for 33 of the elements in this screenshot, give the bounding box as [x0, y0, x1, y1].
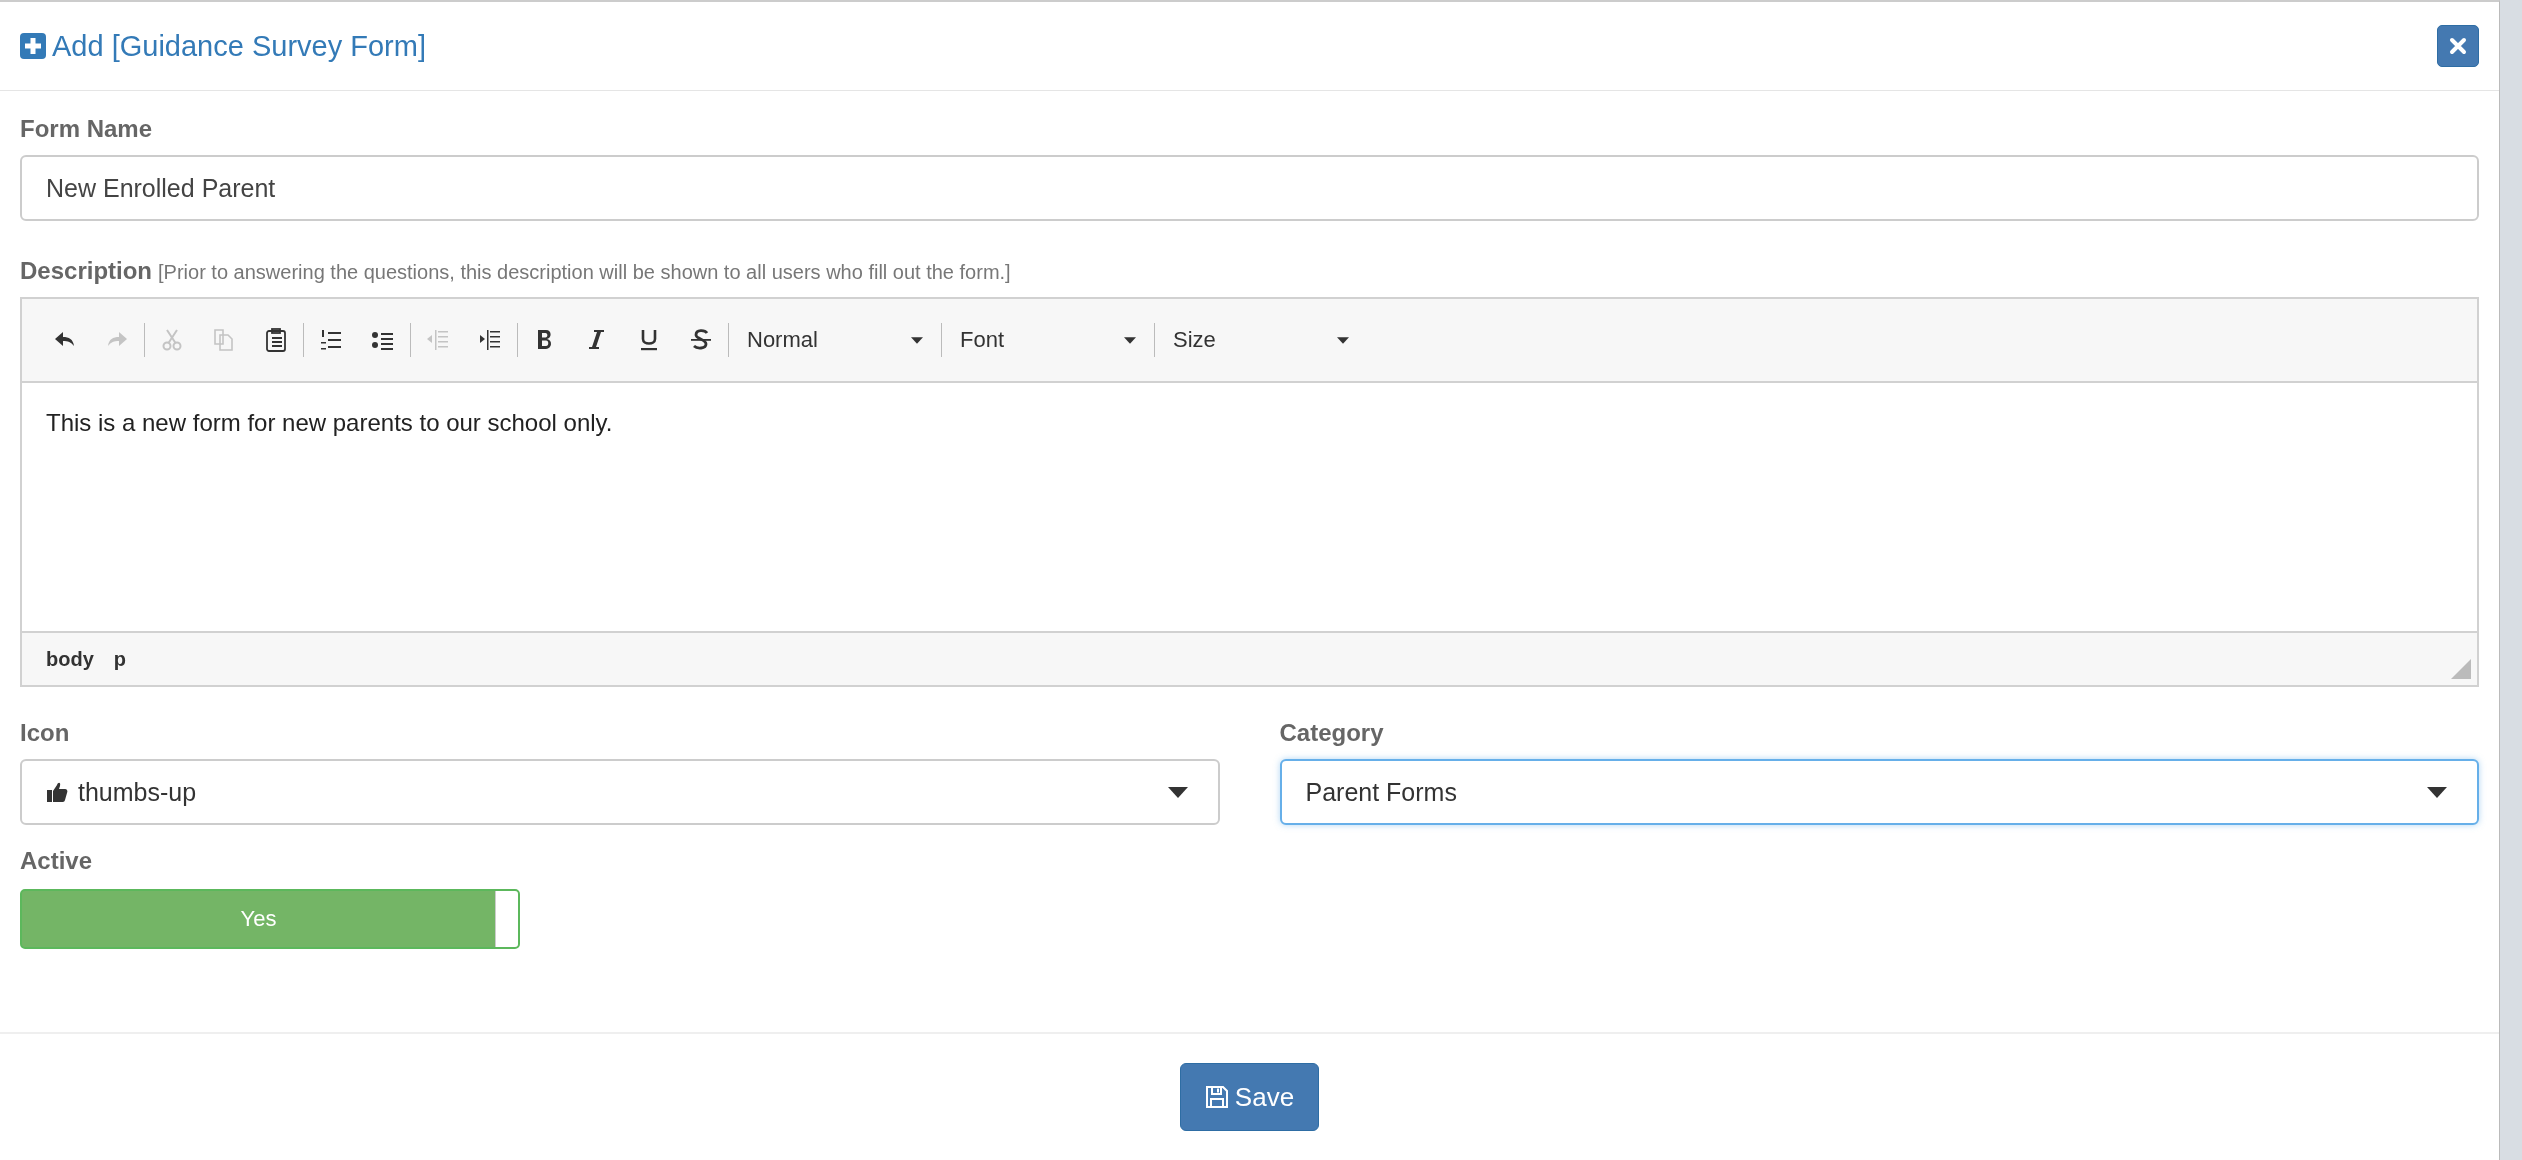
caret-icon: [911, 336, 923, 344]
indent-icon: [477, 327, 503, 353]
field-label: Active: [20, 847, 93, 875]
field-label: Icon: [20, 719, 70, 747]
close-icon: [2449, 37, 2467, 55]
category-select[interactable]: Parent Forms: [1279, 759, 2479, 825]
description-text: This is a new form for new parents to our school only.: [46, 409, 613, 436]
dialog-title: Add [Guidance Survey Form]: [52, 29, 426, 63]
resize-grip-icon[interactable]: [2451, 659, 2471, 679]
element-path-item[interactable]: p: [113, 647, 126, 671]
close-button[interactable]: [2437, 25, 2479, 67]
floppy-disk-icon: [1204, 1085, 1229, 1109]
caret-down-icon: [1167, 786, 1188, 798]
element-path-item[interactable]: body: [46, 647, 94, 671]
plus-square-icon: [20, 33, 46, 59]
field-label: Category: [1279, 719, 1384, 747]
save-button[interactable]: Save: [1179, 1063, 1320, 1131]
form-name-field[interactable]: New Enrolled Parent: [20, 155, 2479, 221]
caret-icon: [1337, 336, 1349, 344]
dropdown[interactable]: Normal: [737, 327, 933, 353]
outdent-icon: [425, 327, 451, 353]
field-hint: [Prior to answering the questions, this description will be shown to all users who fill out the form.]: [158, 261, 1011, 283]
field-label: Description: [20, 257, 153, 285]
dropdown[interactable]: Font: [950, 327, 1146, 353]
field-label: Form Name: [20, 115, 153, 143]
caret-icon: [1124, 336, 1136, 344]
numbered-list-icon: [318, 327, 344, 353]
editor-content[interactable]: This is a new form for new parents to our school only.: [22, 383, 2477, 631]
thumbs-up-icon: [46, 781, 68, 803]
clipboard-icon: [263, 327, 289, 353]
dropdown[interactable]: Size: [1163, 327, 1359, 353]
icon-select[interactable]: thumbs-up: [20, 759, 1220, 825]
caret-down-icon: [2427, 786, 2447, 798]
